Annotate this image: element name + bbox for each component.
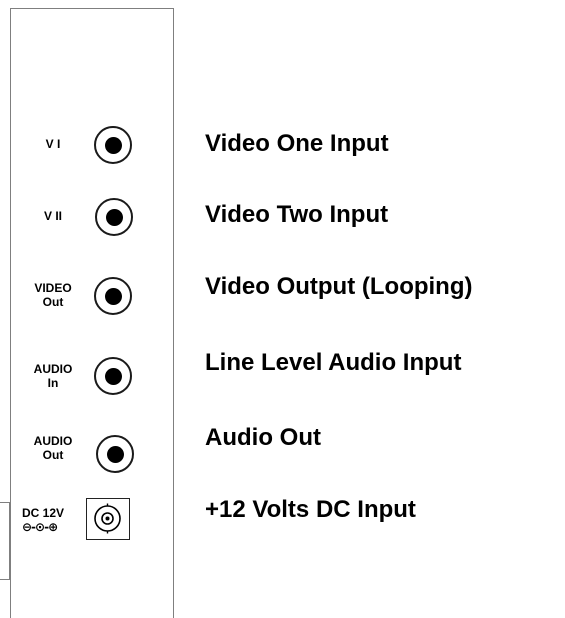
port-label-line1: V I xyxy=(45,137,61,151)
caption-video-output: Video Output (Looping) xyxy=(205,273,473,300)
rca-jack-audio-out-icon xyxy=(96,435,134,473)
caption-audio-out-text: Audio Out xyxy=(205,424,321,451)
port-label-video-one: V I xyxy=(23,137,83,151)
port-label-video-out: VIDEO Out xyxy=(23,281,83,309)
dc-label-line1: DC 12V xyxy=(22,506,65,520)
dc-polarity-symbol: ⊖-⊙-⊕ xyxy=(22,520,58,534)
caption-dc-input: +12 Volts DC Input xyxy=(205,496,416,523)
port-label-dc-input: DC 12V ⊖-⊙-⊕ xyxy=(22,506,82,534)
rca-jack-audio-in-icon xyxy=(94,357,132,395)
caption-video-two-input: Video Two Input xyxy=(205,201,389,228)
port-label-line2: Out xyxy=(42,448,64,462)
port-label-line2: Out xyxy=(42,295,64,309)
rca-jack-video-out-icon xyxy=(94,277,132,315)
port-label-audio-out: AUDIO Out xyxy=(23,434,83,462)
port-label-line1: AUDIO xyxy=(33,362,73,376)
caption-audio-input: Line Level Audio Input xyxy=(205,349,462,376)
rca-jack-video-two-icon xyxy=(95,198,133,236)
port-label-audio-in: AUDIO In xyxy=(23,362,83,390)
port-label-line2: In xyxy=(47,376,59,390)
panel-side-bracket xyxy=(0,502,10,580)
rca-jack-video-one-icon xyxy=(94,126,132,164)
port-label-line1: VIDEO xyxy=(34,281,72,295)
dc-power-jack xyxy=(86,498,130,540)
dc-barrel-jack-icon xyxy=(94,503,121,534)
caption-video-one-input: Video One Input xyxy=(205,130,389,157)
port-label-video-two: V II xyxy=(23,209,83,223)
port-label-line1: AUDIO xyxy=(33,434,73,448)
port-label-line1: V II xyxy=(43,209,62,223)
